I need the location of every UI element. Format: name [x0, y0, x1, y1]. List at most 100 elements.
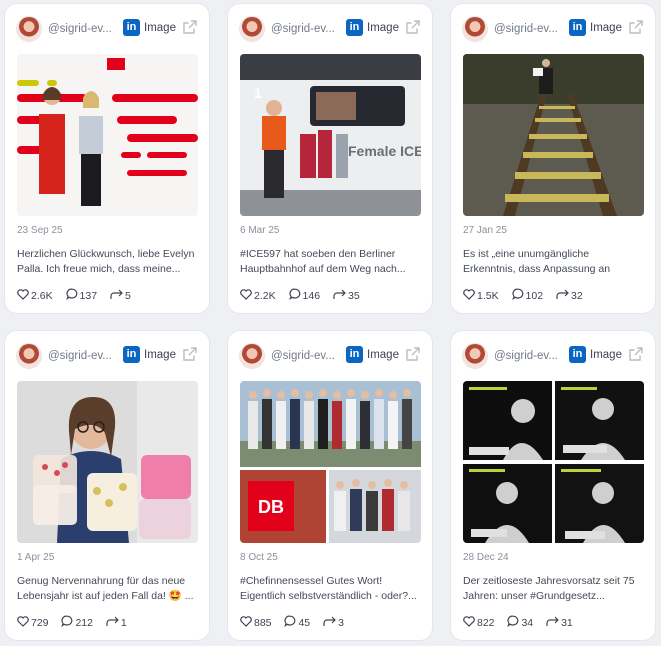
avatar[interactable] [17, 17, 41, 41]
share-icon [333, 289, 346, 303]
post-image[interactable]: Female ICE 1 [240, 54, 421, 216]
share-icon [546, 616, 559, 630]
heart-icon [463, 615, 475, 630]
author-handle[interactable]: @sigrid-ev... [494, 350, 560, 362]
post-card[interactable]: @sigrid-ev... in Image 1 Apr 25 Genug Ne… [5, 331, 209, 640]
post-text: Der zeitloseste Jahresvorsatz seit 75 Ja… [463, 575, 635, 602]
post-card[interactable]: @sigrid-ev... in Image DB 8 Oct 25 #Chef… [228, 331, 432, 640]
avatar[interactable] [240, 344, 264, 368]
comment-bubble-icon [511, 288, 524, 303]
shares-count: 31 [561, 616, 573, 629]
share-icon [556, 289, 569, 303]
heart-icon [240, 615, 252, 630]
likes-count: 2.2K [254, 289, 276, 302]
comment-bubble-icon [61, 615, 73, 630]
shares-count: 35 [347, 289, 360, 302]
post-stats: 2.2K 146 35 [240, 288, 370, 302]
external-link-icon[interactable] [629, 20, 643, 34]
comments-count: 137 [79, 289, 98, 302]
shares-count: 3 [338, 616, 344, 629]
post-card[interactable]: @sigrid-ev... in Image Female ICE 1 6 Ma… [228, 4, 432, 313]
share-icon [323, 616, 336, 630]
post-header: @sigrid-ev... in Image [463, 17, 643, 43]
likes-count: 885 [254, 616, 272, 629]
external-link-icon[interactable] [406, 347, 420, 361]
post-header: @sigrid-ev... in Image [240, 17, 420, 43]
author-handle[interactable]: @sigrid-ev... [271, 350, 337, 362]
post-image[interactable] [17, 381, 198, 543]
post-header: @sigrid-ev... in Image [463, 344, 643, 370]
post-card[interactable]: @sigrid-ev... in Image 23 Sep 25 Herzlic… [5, 4, 209, 313]
post-image[interactable] [17, 54, 198, 216]
post-date: 23 Sep 25 [17, 225, 63, 236]
linkedin-icon: in [569, 19, 586, 36]
avatar[interactable] [463, 344, 487, 368]
post-stats: 2.6K 137 5 [17, 288, 141, 302]
comments-count: 102 [525, 289, 544, 302]
share-icon [106, 616, 119, 630]
post-image[interactable] [463, 54, 644, 216]
external-link-icon[interactable] [629, 347, 643, 361]
post-text: Es ist „eine unumgängliche Erkenntnis, d… [463, 248, 611, 275]
shares-count: 5 [124, 289, 131, 302]
avatar[interactable] [240, 17, 264, 41]
post-stats: 729 212 1 [17, 615, 137, 629]
post-date: 6 Mar 25 [240, 225, 280, 236]
post-text: #Chefinnensessel Gutes Wort! Eigentlich … [240, 575, 417, 602]
heart-icon [17, 615, 29, 630]
external-link-icon[interactable] [183, 347, 197, 361]
post-type-label: Image [367, 349, 399, 361]
likes-count: 822 [477, 616, 495, 629]
heart-icon [17, 288, 29, 303]
external-link-icon[interactable] [183, 20, 197, 34]
post-card[interactable]: @sigrid-ev... in Image 28 Dec 24 Der zei… [451, 331, 655, 640]
post-header: @sigrid-ev... in Image [17, 344, 197, 370]
post-stats: 822 34 31 [463, 615, 583, 629]
post-text: Genug Nervennahrung für das neue Lebensj… [17, 575, 194, 602]
heart-icon [240, 288, 252, 303]
shares-count: 1 [120, 616, 127, 629]
svg-text:DB: DB [258, 497, 284, 517]
post-header: @sigrid-ev... in Image [17, 17, 197, 43]
author-handle[interactable]: @sigrid-ev... [48, 23, 114, 35]
comment-bubble-icon [288, 288, 301, 303]
post-image[interactable]: DB [240, 381, 421, 543]
linkedin-icon: in [123, 19, 140, 36]
linkedin-icon: in [123, 346, 140, 363]
likes-count: 729 [31, 616, 49, 629]
share-icon [110, 289, 123, 303]
likes-count: 1.5K [477, 289, 499, 302]
comment-bubble-icon [65, 288, 78, 303]
svg-text:1: 1 [254, 85, 262, 101]
post-text: Herzlichen Glückwunsch, liebe Evelyn Pal… [17, 248, 195, 275]
comments-count: 45 [298, 616, 311, 629]
post-text: #ICE597 hat soeben den Berliner Hauptbah… [240, 248, 406, 275]
post-type-label: Image [367, 22, 399, 34]
post-type-label: Image [590, 22, 622, 34]
avatar[interactable] [17, 344, 41, 368]
post-image[interactable] [463, 381, 644, 543]
comments-count: 34 [521, 616, 534, 629]
post-date: 28 Dec 24 [463, 552, 509, 563]
author-handle[interactable]: @sigrid-ev... [48, 350, 114, 362]
avatar[interactable] [463, 17, 487, 41]
likes-count: 2.6K [31, 289, 53, 302]
post-stats: 1.5K 102 32 [463, 288, 593, 302]
post-date: 27 Jan 25 [463, 225, 507, 236]
comments-count: 146 [302, 289, 321, 302]
shares-count: 32 [570, 289, 583, 302]
comment-bubble-icon [507, 615, 519, 630]
comments-count: 212 [75, 616, 93, 629]
train-label: Female ICE [348, 143, 421, 159]
external-link-icon[interactable] [406, 20, 420, 34]
post-header: @sigrid-ev... in Image [240, 344, 420, 370]
post-date: 8 Oct 25 [240, 552, 278, 563]
post-stats: 885 45 3 [240, 615, 354, 629]
heart-icon [463, 288, 475, 303]
post-type-label: Image [144, 349, 176, 361]
author-handle[interactable]: @sigrid-ev... [494, 23, 560, 35]
post-card[interactable]: @sigrid-ev... in Image 27 Jan 25 Es ist … [451, 4, 655, 313]
comment-bubble-icon [284, 615, 296, 630]
author-handle[interactable]: @sigrid-ev... [271, 23, 337, 35]
linkedin-icon: in [346, 346, 363, 363]
